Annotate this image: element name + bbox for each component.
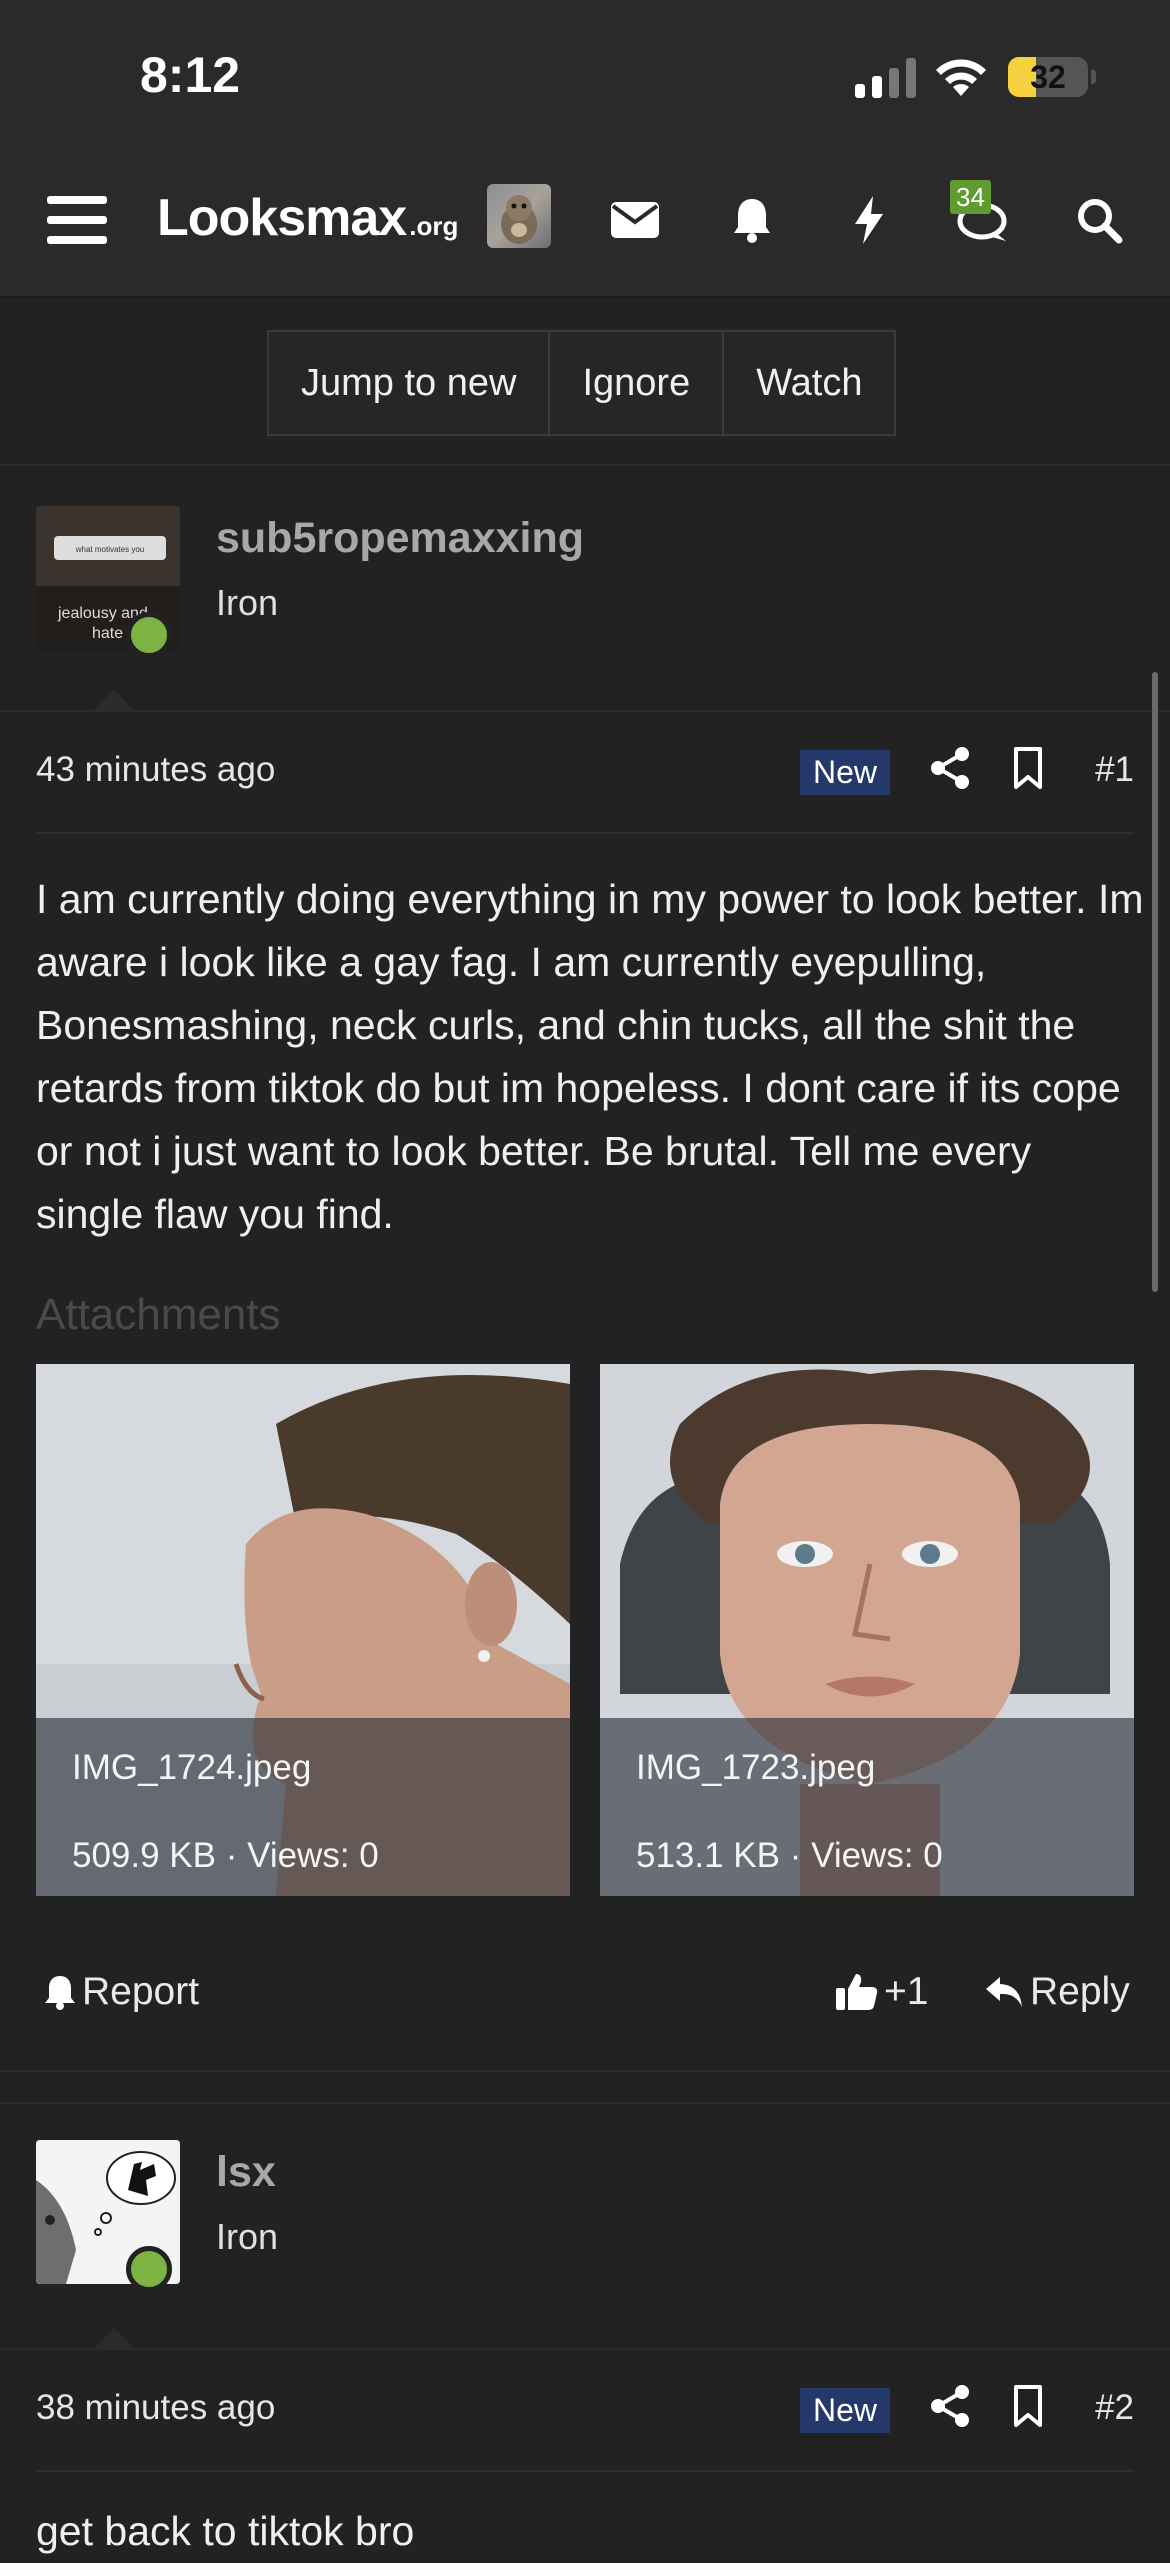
attachment-info: 513.1 KB · Views: 0 [636, 1836, 943, 1875]
post-meta-bar: 38 minutes ago New #2 [36, 2350, 1134, 2472]
post-number[interactable]: #2 [1095, 2388, 1134, 2428]
battery-level: 32 [1030, 59, 1066, 95]
thumbs-up-icon [836, 1974, 878, 2010]
scrollbar[interactable] [1152, 672, 1158, 1292]
attachment-thumbnail[interactable]: IMG_1723.jpeg 513.1 KB · Views: 0 [600, 1364, 1134, 1896]
post-body: I am currently doing everything in my po… [36, 876, 1144, 1237]
avatar-text-bottom: hate [92, 625, 123, 642]
new-badge: New [800, 750, 891, 795]
report-button[interactable]: Report [44, 1970, 199, 2014]
cellular-signal-icon [855, 58, 917, 98]
avatar-text-top: what motivates you [75, 545, 144, 554]
search-icon[interactable] [1064, 185, 1134, 255]
user-avatar[interactable] [487, 184, 551, 248]
online-status-dot [126, 612, 172, 658]
user-rank: Iron [216, 582, 279, 623]
chat-count-badge: 34 [950, 180, 991, 214]
post-user-header: lsx Iron [0, 2104, 1170, 2350]
site-navbar: Looksmax .org 34 [0, 150, 1170, 298]
jump-to-new-button[interactable]: Jump to new [269, 332, 551, 434]
post-timestamp[interactable]: 38 minutes ago [36, 2388, 275, 2428]
wifi-icon [936, 59, 986, 96]
attachment-info: 509.9 KB · Views: 0 [72, 1836, 379, 1875]
bell-icon[interactable] [717, 185, 787, 255]
ignore-button[interactable]: Ignore [550, 332, 725, 434]
attachment-filename: IMG_1724.jpeg [72, 1748, 312, 1787]
like-button[interactable]: +1 [836, 1970, 928, 2014]
like-count: +1 [884, 1970, 929, 2013]
bookmark-icon[interactable] [1006, 746, 1050, 790]
reply-button[interactable]: Reply [984, 1970, 1130, 2014]
status-time: 8:12 [140, 47, 241, 103]
post-meta-bar: 43 minutes ago New #1 [36, 712, 1134, 834]
site-logo[interactable]: Looksmax .org [157, 188, 458, 248]
envelope-icon[interactable] [600, 185, 670, 255]
share-icon[interactable] [928, 2384, 972, 2428]
post-timestamp[interactable]: 43 minutes ago [36, 750, 275, 790]
menu-icon[interactable] [42, 185, 112, 255]
reply-icon [986, 1977, 1022, 2007]
username[interactable]: lsx [216, 2148, 276, 2197]
new-badge: New [800, 2388, 891, 2433]
battery-icon: 32 [1008, 57, 1088, 97]
bell-icon [45, 1976, 75, 2010]
share-icon[interactable] [928, 746, 972, 790]
thread-button-group: Jump to new Ignore Watch [267, 330, 897, 436]
attachment-filename: IMG_1723.jpeg [636, 1748, 876, 1787]
post-user-header: what motivates you jealousy and hate sub… [0, 466, 1170, 712]
attachments-heading: Attachments [36, 1290, 281, 1339]
username[interactable]: sub5ropemaxxing [216, 514, 584, 563]
online-status-dot [126, 2246, 172, 2292]
user-rank: Iron [216, 2216, 279, 2257]
post-number[interactable]: #1 [1095, 750, 1134, 790]
bookmark-icon[interactable] [1006, 2384, 1050, 2428]
watch-button[interactable]: Watch [724, 332, 894, 434]
status-bar: 8:12 32 [0, 0, 1170, 150]
attachment-thumbnail[interactable]: IMG_1724.jpeg 509.9 KB · Views: 0 [36, 1364, 570, 1896]
lightning-icon[interactable] [834, 185, 904, 255]
